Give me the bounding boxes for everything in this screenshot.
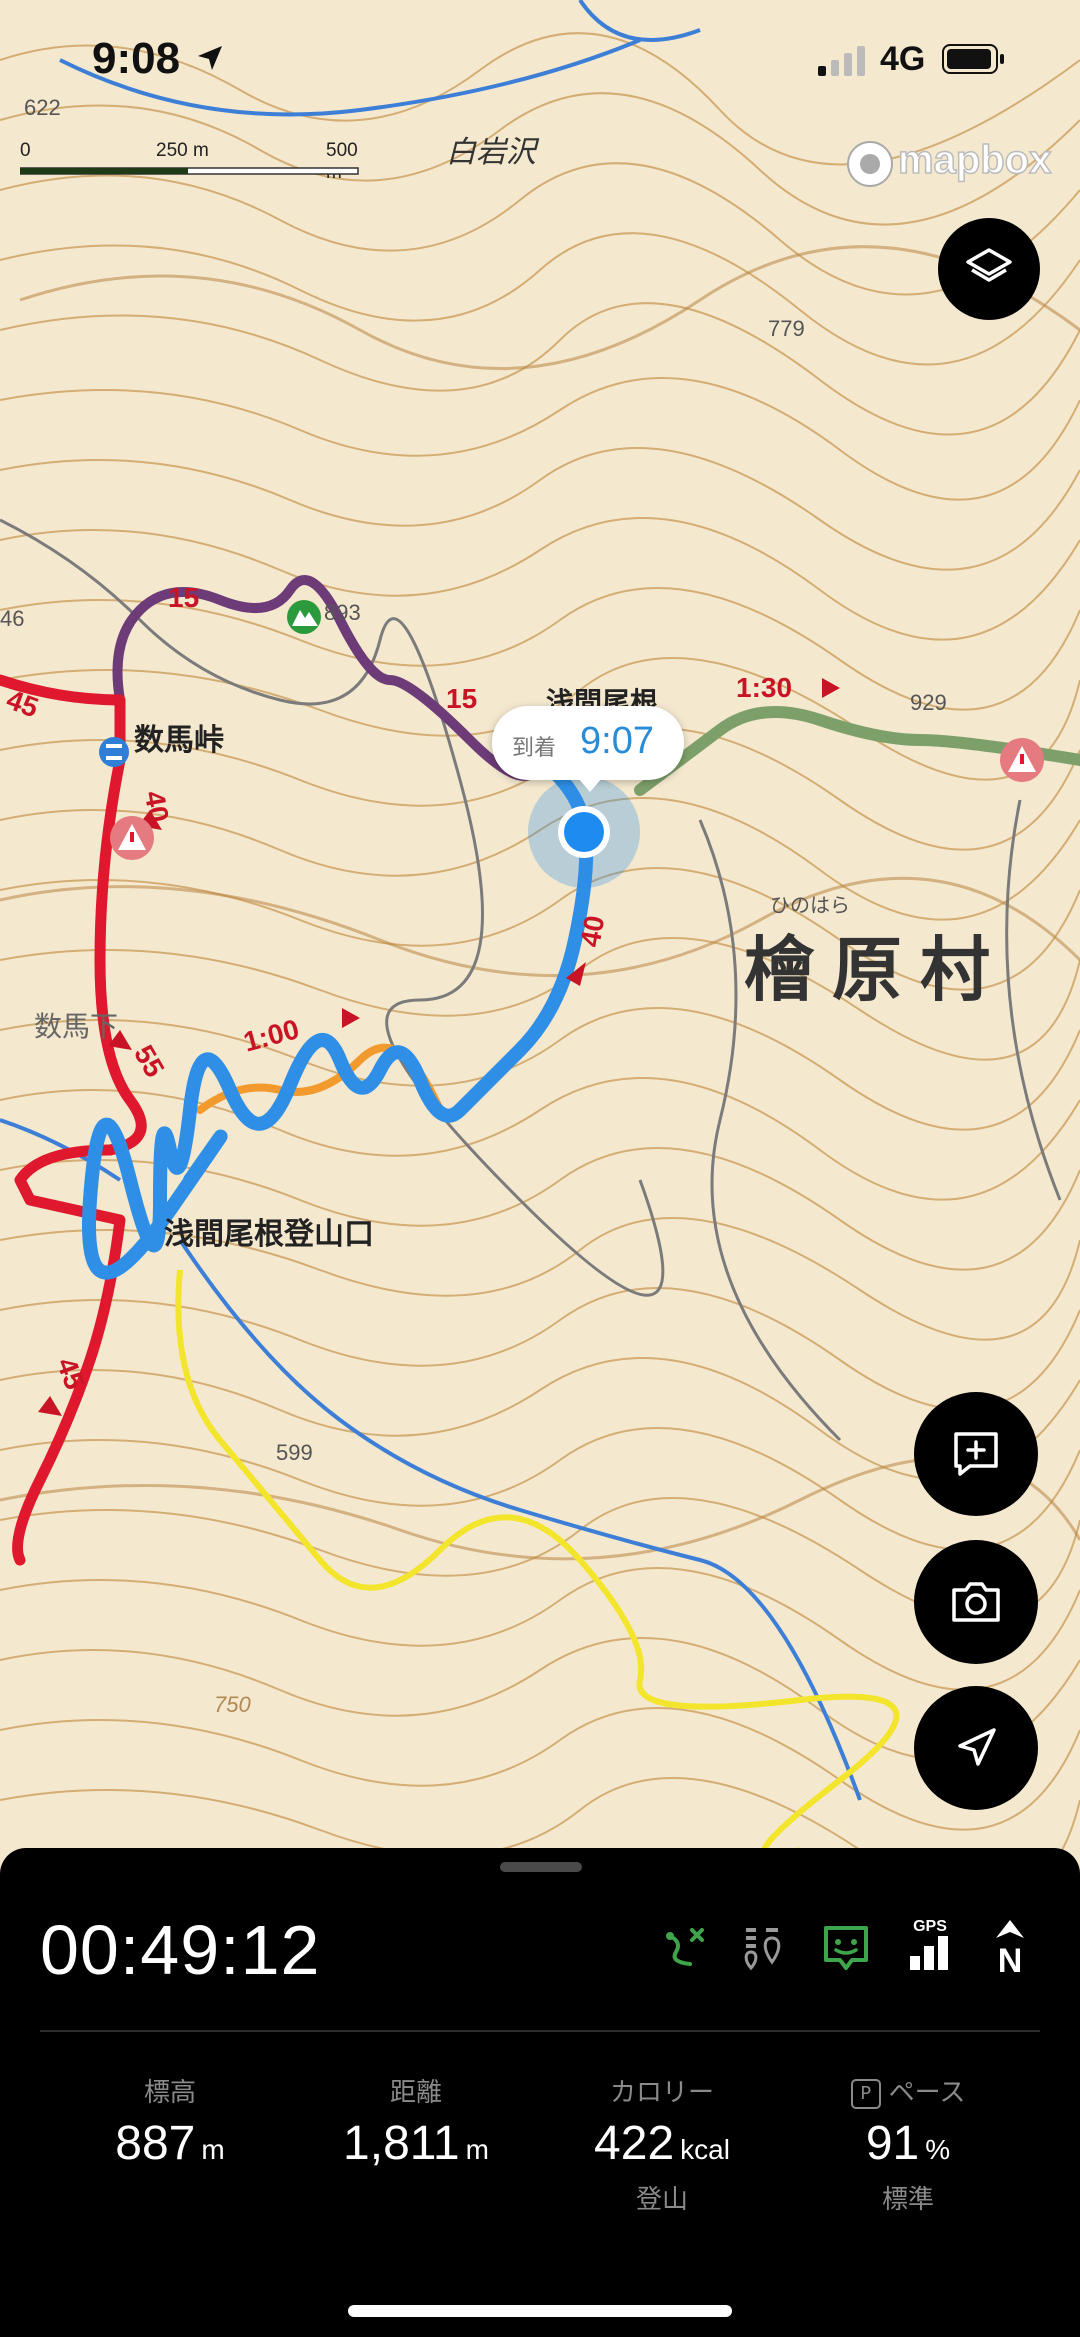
stat-value: 887 bbox=[115, 2117, 196, 2170]
elevation-label: 46 bbox=[0, 606, 24, 631]
stat-label: 標高 bbox=[143, 2078, 196, 2108]
village-label: 檜原村 bbox=[744, 931, 1008, 1009]
elevation-label: 893 bbox=[324, 600, 361, 625]
scale-label-mid: 250 m bbox=[156, 140, 209, 161]
svg-text:N: N bbox=[998, 1942, 1023, 1976]
clock: 9:08 bbox=[92, 34, 181, 83]
reading-label: ひのはら bbox=[770, 895, 850, 917]
current-location-button[interactable] bbox=[914, 1686, 1038, 1810]
stat-distance: 距離 1,811 m bbox=[296, 2072, 536, 2171]
course-time: 40 bbox=[574, 913, 610, 949]
route-off-icon[interactable] bbox=[662, 1924, 710, 1972]
camera-icon bbox=[952, 1582, 1000, 1622]
stat-pace[interactable]: P ペース 91% 標準 bbox=[788, 2072, 1028, 2216]
layers-button[interactable] bbox=[938, 218, 1040, 320]
panel-divider bbox=[40, 2030, 1040, 2032]
scale-bar: 0 250 m 500 m bbox=[20, 140, 360, 183]
activity-panel[interactable]: 00:49:12 GPS N 標高 887 m 距離 1,811 m カロリー … bbox=[0, 1848, 1080, 2337]
summit-icon[interactable] bbox=[287, 600, 321, 634]
place-label: 数馬下 bbox=[34, 1011, 118, 1042]
arrival-time: 9:07 bbox=[580, 720, 654, 762]
elevation-label: 599 bbox=[276, 1440, 313, 1465]
stat-label: ペース bbox=[888, 2078, 966, 2108]
arrival-label: 到着 bbox=[512, 736, 557, 761]
stat-label: 距離 bbox=[389, 2078, 442, 2108]
stat-value: 1,811 bbox=[343, 2117, 460, 2170]
mapbox-attribution[interactable]: mapbox bbox=[897, 137, 1052, 183]
status-bar: 9:08 4G bbox=[0, 0, 1080, 120]
stat-unit: m bbox=[465, 2134, 489, 2165]
warning-icon[interactable] bbox=[1000, 738, 1044, 782]
north-up-icon[interactable]: N bbox=[988, 1918, 1032, 1976]
stat-elevation: 標高 887 m bbox=[50, 2072, 290, 2171]
gps-signal-icon[interactable]: GPS bbox=[904, 1918, 956, 1974]
elevation-label: 779 bbox=[768, 316, 805, 341]
stat-label: カロリー bbox=[609, 2078, 714, 2108]
gps-label: GPS bbox=[913, 1918, 947, 1935]
stat-unit: kcal bbox=[680, 2134, 730, 2165]
home-indicator[interactable] bbox=[348, 2305, 732, 2317]
pass-label: 数馬峠 bbox=[134, 724, 224, 757]
stat-sub: 標準 bbox=[881, 2185, 934, 2215]
course-time: 15 bbox=[446, 683, 477, 714]
parking-icon: P bbox=[850, 2079, 881, 2109]
navigate-icon bbox=[958, 1728, 996, 1766]
arrival-time-popup[interactable]: 到着 9:07 bbox=[492, 706, 684, 780]
topographic-map[interactable]: 15 15 1:30 40 40 55 1:00 45 45 白岩沢 622 7… bbox=[0, 0, 1080, 1850]
battery-icon bbox=[942, 44, 1004, 74]
stat-calories: カロリー 422 kcal 登山 bbox=[542, 2072, 782, 2216]
stat-unit: m bbox=[201, 2134, 225, 2165]
layers-icon bbox=[966, 248, 1012, 282]
popup-pointer bbox=[578, 778, 602, 792]
camera-button[interactable] bbox=[914, 1540, 1038, 1664]
pass-marker-icon[interactable] bbox=[99, 737, 129, 767]
course-time: 15 bbox=[168, 582, 199, 613]
face-status-icon[interactable] bbox=[822, 1924, 870, 1972]
sensor-icon[interactable] bbox=[740, 1924, 788, 1972]
warning-icon[interactable] bbox=[110, 816, 154, 860]
stat-value: 422 bbox=[594, 2117, 675, 2170]
elevation-label: 929 bbox=[910, 690, 947, 715]
trailhead-label: 浅間尾根登山口 bbox=[164, 1218, 374, 1251]
mapbox-logo-icon[interactable] bbox=[846, 140, 894, 188]
course-time: 40 bbox=[139, 788, 175, 824]
add-memo-icon bbox=[954, 1432, 998, 1476]
panel-grabber[interactable] bbox=[500, 1862, 582, 1872]
stat-sub: 登山 bbox=[635, 2185, 688, 2215]
stat-unit: % bbox=[925, 2134, 951, 2165]
scale-label-end: 500 m bbox=[326, 140, 358, 183]
contour-label: 750 bbox=[214, 1692, 251, 1717]
stat-value: 91 bbox=[865, 2117, 920, 2170]
elapsed-time: 00:49:12 bbox=[40, 1911, 321, 1989]
current-location-marker bbox=[528, 776, 640, 888]
course-time: 1:30 bbox=[736, 672, 792, 703]
add-memo-button[interactable] bbox=[914, 1392, 1038, 1516]
gps-bars bbox=[910, 1936, 948, 1970]
stream-label: 白岩沢 bbox=[446, 136, 540, 169]
network-type: 4G bbox=[880, 40, 926, 78]
location-arrow-icon bbox=[198, 46, 222, 70]
cellular-signal-icon bbox=[818, 46, 865, 76]
scale-label-0: 0 bbox=[20, 140, 31, 161]
